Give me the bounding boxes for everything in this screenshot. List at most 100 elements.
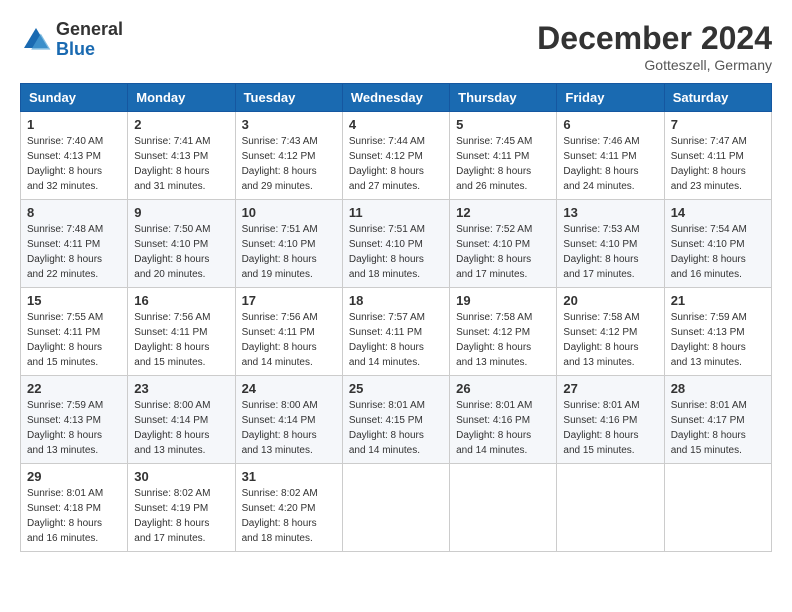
- day-number: 2: [134, 117, 228, 132]
- weekday-header-thursday: Thursday: [450, 84, 557, 112]
- calendar-cell: 1 Sunrise: 7:40 AM Sunset: 4:13 PM Dayli…: [21, 112, 128, 200]
- day-info: Sunrise: 8:00 AM Sunset: 4:14 PM Dayligh…: [242, 398, 336, 458]
- day-info: Sunrise: 7:51 AM Sunset: 4:10 PM Dayligh…: [349, 222, 443, 282]
- day-info: Sunrise: 7:48 AM Sunset: 4:11 PM Dayligh…: [27, 222, 121, 282]
- calendar-cell: 14 Sunrise: 7:54 AM Sunset: 4:10 PM Dayl…: [664, 200, 771, 288]
- day-info: Sunrise: 7:43 AM Sunset: 4:12 PM Dayligh…: [242, 134, 336, 194]
- day-info: Sunrise: 8:02 AM Sunset: 4:19 PM Dayligh…: [134, 486, 228, 546]
- calendar-cell: [342, 464, 449, 552]
- weekday-header-monday: Monday: [128, 84, 235, 112]
- weekday-header-saturday: Saturday: [664, 84, 771, 112]
- day-info: Sunrise: 7:52 AM Sunset: 4:10 PM Dayligh…: [456, 222, 550, 282]
- day-info: Sunrise: 7:59 AM Sunset: 4:13 PM Dayligh…: [671, 310, 765, 370]
- day-number: 8: [27, 205, 121, 220]
- day-number: 28: [671, 381, 765, 396]
- day-number: 26: [456, 381, 550, 396]
- calendar-cell: 4 Sunrise: 7:44 AM Sunset: 4:12 PM Dayli…: [342, 112, 449, 200]
- day-info: Sunrise: 8:01 AM Sunset: 4:15 PM Dayligh…: [349, 398, 443, 458]
- day-info: Sunrise: 8:01 AM Sunset: 4:16 PM Dayligh…: [563, 398, 657, 458]
- day-number: 10: [242, 205, 336, 220]
- location: Gotteszell, Germany: [537, 57, 772, 73]
- calendar-cell: 7 Sunrise: 7:47 AM Sunset: 4:11 PM Dayli…: [664, 112, 771, 200]
- week-row-5: 29 Sunrise: 8:01 AM Sunset: 4:18 PM Dayl…: [21, 464, 772, 552]
- calendar-cell: 12 Sunrise: 7:52 AM Sunset: 4:10 PM Dayl…: [450, 200, 557, 288]
- day-info: Sunrise: 8:02 AM Sunset: 4:20 PM Dayligh…: [242, 486, 336, 546]
- calendar-cell: 5 Sunrise: 7:45 AM Sunset: 4:11 PM Dayli…: [450, 112, 557, 200]
- day-number: 5: [456, 117, 550, 132]
- calendar-cell: 19 Sunrise: 7:58 AM Sunset: 4:12 PM Dayl…: [450, 288, 557, 376]
- weekday-header-friday: Friday: [557, 84, 664, 112]
- calendar-cell: 30 Sunrise: 8:02 AM Sunset: 4:19 PM Dayl…: [128, 464, 235, 552]
- calendar-cell: 21 Sunrise: 7:59 AM Sunset: 4:13 PM Dayl…: [664, 288, 771, 376]
- logo-icon: [20, 24, 52, 56]
- day-info: Sunrise: 8:00 AM Sunset: 4:14 PM Dayligh…: [134, 398, 228, 458]
- day-number: 20: [563, 293, 657, 308]
- calendar-cell: [450, 464, 557, 552]
- calendar-cell: 16 Sunrise: 7:56 AM Sunset: 4:11 PM Dayl…: [128, 288, 235, 376]
- calendar-table: SundayMondayTuesdayWednesdayThursdayFrid…: [20, 83, 772, 552]
- day-number: 31: [242, 469, 336, 484]
- day-number: 17: [242, 293, 336, 308]
- calendar-cell: 15 Sunrise: 7:55 AM Sunset: 4:11 PM Dayl…: [21, 288, 128, 376]
- calendar-cell: 22 Sunrise: 7:59 AM Sunset: 4:13 PM Dayl…: [21, 376, 128, 464]
- day-number: 15: [27, 293, 121, 308]
- calendar-cell: 24 Sunrise: 8:00 AM Sunset: 4:14 PM Dayl…: [235, 376, 342, 464]
- calendar-cell: 2 Sunrise: 7:41 AM Sunset: 4:13 PM Dayli…: [128, 112, 235, 200]
- logo-text: GeneralBlue: [56, 20, 123, 60]
- calendar-cell: 11 Sunrise: 7:51 AM Sunset: 4:10 PM Dayl…: [342, 200, 449, 288]
- week-row-2: 8 Sunrise: 7:48 AM Sunset: 4:11 PM Dayli…: [21, 200, 772, 288]
- month-title: December 2024: [537, 20, 772, 57]
- day-info: Sunrise: 7:44 AM Sunset: 4:12 PM Dayligh…: [349, 134, 443, 194]
- calendar-cell: 25 Sunrise: 8:01 AM Sunset: 4:15 PM Dayl…: [342, 376, 449, 464]
- day-info: Sunrise: 7:50 AM Sunset: 4:10 PM Dayligh…: [134, 222, 228, 282]
- calendar-cell: 23 Sunrise: 8:00 AM Sunset: 4:14 PM Dayl…: [128, 376, 235, 464]
- calendar-cell: 31 Sunrise: 8:02 AM Sunset: 4:20 PM Dayl…: [235, 464, 342, 552]
- day-number: 1: [27, 117, 121, 132]
- day-info: Sunrise: 7:51 AM Sunset: 4:10 PM Dayligh…: [242, 222, 336, 282]
- day-number: 13: [563, 205, 657, 220]
- calendar-cell: 10 Sunrise: 7:51 AM Sunset: 4:10 PM Dayl…: [235, 200, 342, 288]
- day-info: Sunrise: 7:59 AM Sunset: 4:13 PM Dayligh…: [27, 398, 121, 458]
- day-number: 12: [456, 205, 550, 220]
- calendar-cell: [664, 464, 771, 552]
- calendar-cell: 26 Sunrise: 8:01 AM Sunset: 4:16 PM Dayl…: [450, 376, 557, 464]
- day-number: 7: [671, 117, 765, 132]
- day-number: 24: [242, 381, 336, 396]
- day-number: 11: [349, 205, 443, 220]
- day-number: 14: [671, 205, 765, 220]
- day-info: Sunrise: 7:55 AM Sunset: 4:11 PM Dayligh…: [27, 310, 121, 370]
- day-number: 23: [134, 381, 228, 396]
- weekday-header-row: SundayMondayTuesdayWednesdayThursdayFrid…: [21, 84, 772, 112]
- weekday-header-tuesday: Tuesday: [235, 84, 342, 112]
- day-number: 30: [134, 469, 228, 484]
- day-number: 22: [27, 381, 121, 396]
- day-info: Sunrise: 7:58 AM Sunset: 4:12 PM Dayligh…: [563, 310, 657, 370]
- day-number: 25: [349, 381, 443, 396]
- calendar-cell: 27 Sunrise: 8:01 AM Sunset: 4:16 PM Dayl…: [557, 376, 664, 464]
- calendar-cell: 28 Sunrise: 8:01 AM Sunset: 4:17 PM Dayl…: [664, 376, 771, 464]
- day-info: Sunrise: 7:56 AM Sunset: 4:11 PM Dayligh…: [242, 310, 336, 370]
- day-info: Sunrise: 7:54 AM Sunset: 4:10 PM Dayligh…: [671, 222, 765, 282]
- calendar-cell: 29 Sunrise: 8:01 AM Sunset: 4:18 PM Dayl…: [21, 464, 128, 552]
- day-info: Sunrise: 7:56 AM Sunset: 4:11 PM Dayligh…: [134, 310, 228, 370]
- day-info: Sunrise: 8:01 AM Sunset: 4:17 PM Dayligh…: [671, 398, 765, 458]
- calendar-cell: 6 Sunrise: 7:46 AM Sunset: 4:11 PM Dayli…: [557, 112, 664, 200]
- calendar-cell: 18 Sunrise: 7:57 AM Sunset: 4:11 PM Dayl…: [342, 288, 449, 376]
- day-info: Sunrise: 7:57 AM Sunset: 4:11 PM Dayligh…: [349, 310, 443, 370]
- day-number: 18: [349, 293, 443, 308]
- day-number: 19: [456, 293, 550, 308]
- calendar-cell: [557, 464, 664, 552]
- calendar-cell: 8 Sunrise: 7:48 AM Sunset: 4:11 PM Dayli…: [21, 200, 128, 288]
- day-info: Sunrise: 7:41 AM Sunset: 4:13 PM Dayligh…: [134, 134, 228, 194]
- day-number: 6: [563, 117, 657, 132]
- day-info: Sunrise: 7:53 AM Sunset: 4:10 PM Dayligh…: [563, 222, 657, 282]
- day-info: Sunrise: 7:58 AM Sunset: 4:12 PM Dayligh…: [456, 310, 550, 370]
- calendar-cell: 20 Sunrise: 7:58 AM Sunset: 4:12 PM Dayl…: [557, 288, 664, 376]
- day-number: 27: [563, 381, 657, 396]
- day-number: 4: [349, 117, 443, 132]
- day-number: 29: [27, 469, 121, 484]
- weekday-header-wednesday: Wednesday: [342, 84, 449, 112]
- day-number: 16: [134, 293, 228, 308]
- week-row-1: 1 Sunrise: 7:40 AM Sunset: 4:13 PM Dayli…: [21, 112, 772, 200]
- calendar-cell: 13 Sunrise: 7:53 AM Sunset: 4:10 PM Dayl…: [557, 200, 664, 288]
